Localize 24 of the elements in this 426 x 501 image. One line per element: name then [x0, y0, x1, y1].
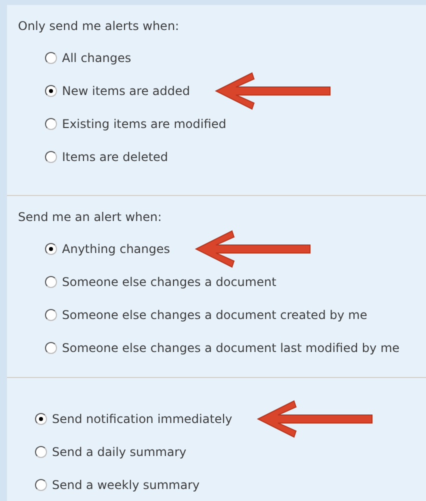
radio-button[interactable]: [45, 342, 57, 354]
radio-option[interactable]: Anything changes: [45, 240, 170, 258]
radio-option[interactable]: Send a daily summary: [35, 442, 186, 460]
radio-button[interactable]: [35, 446, 47, 458]
radio-option[interactable]: New items are added: [45, 82, 190, 100]
radio-option[interactable]: Send notification immediately: [35, 410, 232, 428]
section-heading: Only send me alerts when:: [17, 18, 180, 35]
section-heading: Send me an alert when:: [17, 209, 163, 226]
radio-button[interactable]: [45, 118, 57, 130]
radio-button[interactable]: [45, 52, 57, 64]
radio-button[interactable]: [35, 412, 47, 424]
radio-option[interactable]: Someone else changes a document created by me: [45, 306, 368, 324]
radio-option[interactable]: Send a weekly summary: [35, 476, 200, 494]
radio-option[interactable]: Someone else changes a document last modified by me: [45, 338, 400, 356]
radio-option[interactable]: Items are deleted: [45, 148, 168, 166]
radio-button[interactable]: [45, 84, 57, 96]
radio-button[interactable]: [35, 478, 47, 490]
radio-option[interactable]: Existing items are modified: [45, 114, 226, 132]
radio-button[interactable]: [45, 242, 57, 254]
radio-option[interactable]: All changes: [45, 48, 132, 66]
radio-button[interactable]: [45, 150, 57, 162]
radio-option[interactable]: Someone else changes a document: [45, 272, 276, 290]
radio-button[interactable]: [45, 276, 57, 288]
radio-button[interactable]: [45, 308, 57, 320]
